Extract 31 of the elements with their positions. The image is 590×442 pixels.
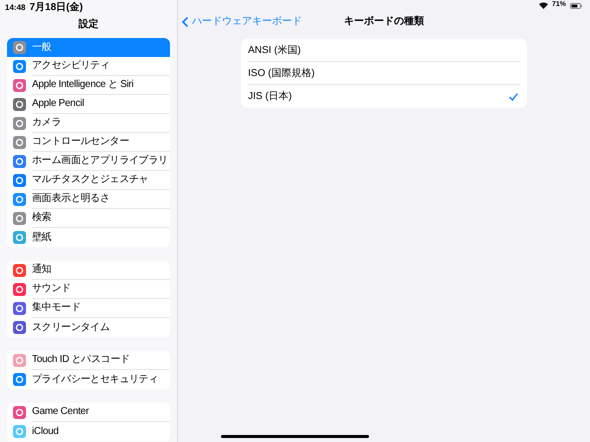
setting-icon: [13, 373, 26, 386]
keyboard-type-option[interactable]: JIS (日本): [248, 85, 520, 108]
checkmark-icon: [509, 92, 518, 100]
sidebar-item[interactable]: 一般: [7, 38, 170, 57]
setting-icon: [13, 321, 26, 334]
setting-icon: [13, 98, 26, 111]
setting-icon: [13, 406, 26, 419]
sidebar-title: 設定: [78, 17, 98, 32]
setting-icon: [13, 41, 26, 54]
setting-icon: [13, 60, 26, 73]
status-date: 7月18日(金): [29, 2, 83, 12]
setting-icon: [13, 425, 26, 438]
setting-icon: [13, 264, 26, 277]
setting-icon: [13, 117, 26, 130]
status-time: 14:48: [5, 4, 26, 12]
keyboard-type-option[interactable]: ISO (国際規格): [248, 62, 520, 85]
setting-icon: [13, 231, 26, 244]
setting-icon: [13, 155, 26, 168]
setting-icon: [13, 174, 26, 187]
setting-icon: [13, 193, 26, 206]
setting-icon: [13, 354, 26, 367]
page-title: キーボードの種類: [344, 14, 424, 28]
setting-icon: [13, 283, 26, 296]
battery-icon: [570, 2, 582, 8]
setting-icon: [13, 212, 26, 225]
setting-icon: [13, 136, 26, 149]
wifi-icon: [538, 2, 548, 9]
chevron-left-icon: [182, 16, 188, 26]
keyboard-type-option[interactable]: ANSI (米国): [248, 39, 520, 62]
setting-icon: [13, 79, 26, 92]
setting-icon: [13, 302, 26, 315]
